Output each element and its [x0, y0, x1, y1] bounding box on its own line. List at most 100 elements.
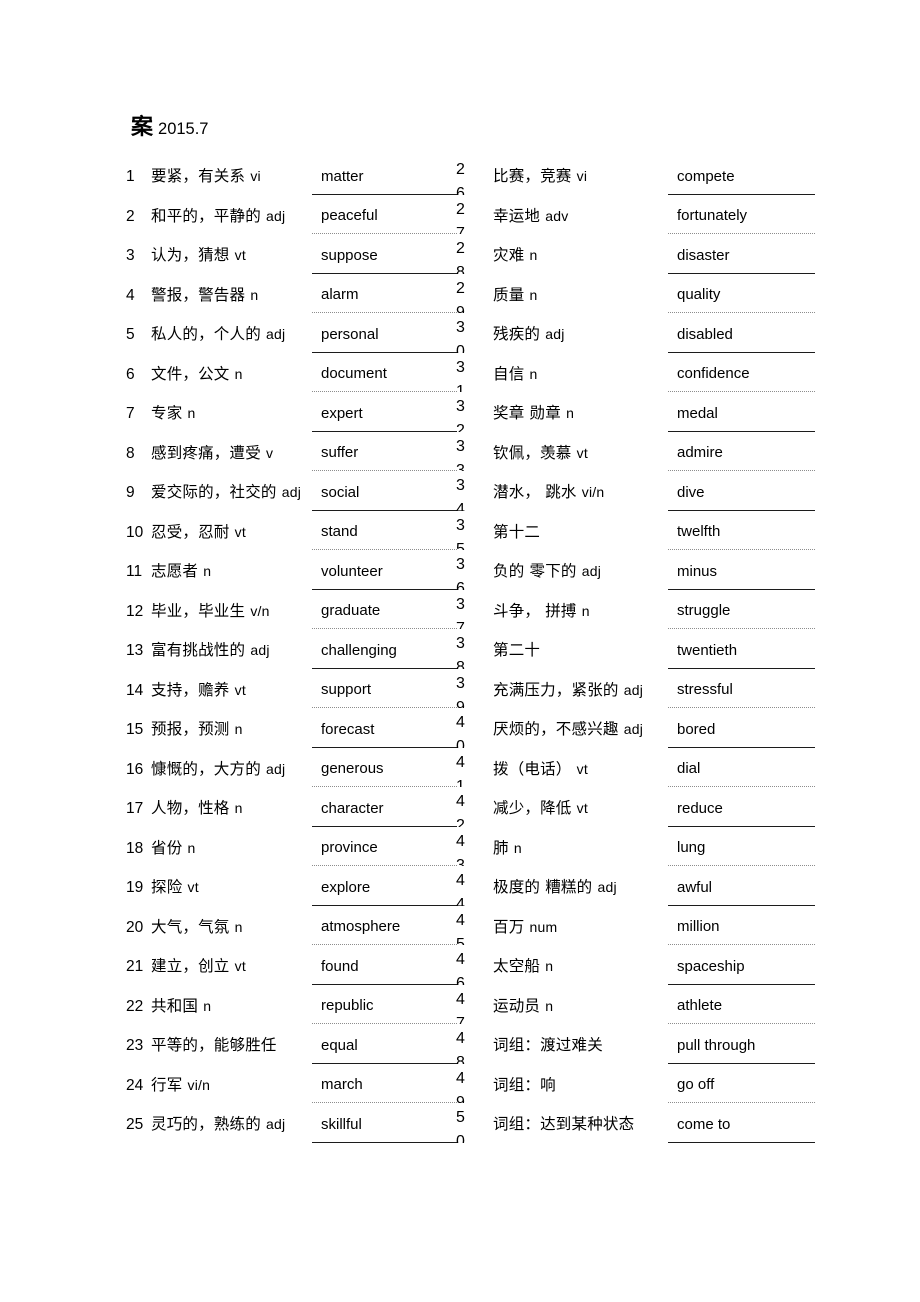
- answer-cell[interactable]: atmosphere: [312, 906, 457, 945]
- answer-cell[interactable]: struggle: [668, 590, 815, 629]
- prompt-cell: 灾难 n: [493, 234, 667, 274]
- row-number-text: 9: [126, 484, 135, 501]
- row-number: 18: [123, 827, 151, 867]
- answer-cell[interactable]: confidence: [668, 353, 815, 392]
- answer-cell[interactable]: go off: [668, 1064, 815, 1103]
- answer-cell[interactable]: compete: [668, 155, 815, 195]
- answer-cell[interactable]: challenging: [312, 629, 457, 669]
- answer-cell[interactable]: republic: [312, 985, 457, 1024]
- row-number-middle-text: 37: [456, 595, 465, 630]
- answer-cell[interactable]: come to: [668, 1103, 815, 1143]
- answer-text: support: [321, 681, 372, 698]
- answer-cell[interactable]: spaceship: [668, 945, 815, 985]
- answer-cell[interactable]: volunteer: [312, 550, 457, 590]
- answer-cell[interactable]: minus: [668, 550, 815, 590]
- answer-cell[interactable]: admire: [668, 432, 815, 471]
- answer-cell[interactable]: dial: [668, 748, 815, 787]
- answer-cell[interactable]: fortunately: [668, 195, 815, 234]
- row-number-text: 19: [126, 879, 144, 896]
- answer-cell[interactable]: suffer: [312, 432, 457, 471]
- prompt-text: 词组：响: [493, 1075, 556, 1094]
- answer-cell[interactable]: bored: [668, 708, 815, 748]
- table-row: 10 忍受，忍耐 vt stand 35 第十二 twelfth: [123, 511, 815, 550]
- answer-cell[interactable]: expert: [312, 392, 457, 432]
- answer-text: million: [677, 918, 720, 935]
- row-number-middle: 50: [455, 1103, 472, 1143]
- part-of-speech-tag: adj: [281, 484, 302, 500]
- answer-cell[interactable]: graduate: [312, 590, 457, 629]
- row-number-middle: 36: [455, 550, 472, 590]
- answer-cell[interactable]: disabled: [668, 313, 815, 353]
- answer-cell[interactable]: found: [312, 945, 457, 985]
- answer-text: march: [321, 1076, 363, 1093]
- row-number-middle: 34: [455, 471, 472, 511]
- prompt-cell: 幸运地 adv: [493, 195, 667, 235]
- part-of-speech-tag: n: [203, 997, 212, 1014]
- prompt-text: 志愿者: [151, 562, 199, 580]
- answer-cell[interactable]: march: [312, 1064, 457, 1103]
- prompt-cell: 探险 vt: [151, 866, 311, 906]
- answer-cell[interactable]: personal: [312, 313, 457, 353]
- answer-cell[interactable]: alarm: [312, 274, 457, 313]
- row-number: 23: [123, 1024, 151, 1064]
- answer-cell[interactable]: document: [312, 353, 457, 392]
- answer-cell[interactable]: character: [312, 787, 457, 827]
- part-of-speech-tag: n: [513, 839, 522, 856]
- answer-text: volunteer: [321, 562, 383, 580]
- answer-cell[interactable]: social: [312, 471, 457, 511]
- answer-cell[interactable]: generous: [312, 748, 457, 787]
- answer-cell[interactable]: support: [312, 669, 457, 708]
- answer-cell[interactable]: twelfth: [668, 511, 815, 550]
- answer-cell[interactable]: reduce: [668, 787, 815, 827]
- row-number-middle-text: 38: [456, 635, 465, 669]
- row-number-middle: 45: [455, 906, 472, 946]
- answer-cell[interactable]: lung: [668, 827, 815, 866]
- row-number-text: 7: [126, 405, 135, 422]
- answer-cell[interactable]: million: [668, 906, 815, 945]
- answer-rule-line: [668, 1141, 815, 1143]
- answer-cell[interactable]: twentieth: [668, 629, 815, 669]
- answer-cell[interactable]: stand: [312, 511, 457, 550]
- answer-cell[interactable]: forecast: [312, 708, 457, 748]
- row-number-text: 22: [126, 997, 144, 1015]
- row-number-text: 17: [126, 800, 144, 817]
- prompt-text: 钦佩，羡慕: [493, 443, 572, 462]
- answer-cell[interactable]: quality: [668, 274, 815, 313]
- part-of-speech-tag: adj: [581, 563, 602, 579]
- answer-cell[interactable]: explore: [312, 866, 457, 906]
- answer-cell[interactable]: disaster: [668, 234, 815, 274]
- row-number-middle-text: 42: [456, 793, 465, 827]
- prompt-cell: 警报，警告器 n: [151, 274, 311, 314]
- row-number-middle-text: 29: [456, 279, 465, 314]
- table-row: 15 预报，预测 n forecast 40 厌烦的，不感兴趣 adj bored: [123, 708, 815, 748]
- row-number-middle-text: 32: [456, 398, 465, 432]
- part-of-speech-tag: adj: [545, 326, 565, 342]
- answer-cell[interactable]: athlete: [668, 985, 815, 1024]
- answer-cell[interactable]: dive: [668, 471, 815, 511]
- prompt-text: 共和国: [151, 996, 199, 1015]
- table-row: 3 认为，猜想 vt suppose 28 灾难 n disaster: [123, 234, 815, 274]
- prompt-text: 慷慨的，大方的: [151, 759, 261, 778]
- row-number-text: 4: [126, 286, 135, 304]
- answer-cell[interactable]: suppose: [312, 234, 457, 274]
- answer-text: come to: [677, 1115, 731, 1133]
- row-number-middle-text: 34: [456, 477, 465, 511]
- answer-cell[interactable]: peaceful: [312, 195, 457, 234]
- row-number-middle: 41: [455, 748, 472, 788]
- answer-cell[interactable]: awful: [668, 866, 815, 906]
- part-of-speech-tag: vt: [576, 444, 588, 461]
- table-row: 7 专家 n expert 32 奖章 勋章 n medal: [123, 392, 815, 432]
- prompt-text: 自信: [493, 364, 525, 383]
- answer-cell[interactable]: matter: [312, 155, 457, 195]
- row-number: 13: [123, 629, 151, 669]
- prompt-text: 潜水， 跳水: [493, 483, 577, 501]
- answer-cell[interactable]: pull through: [668, 1024, 815, 1064]
- answer-cell[interactable]: stressful: [668, 669, 815, 708]
- answer-cell[interactable]: medal: [668, 392, 815, 432]
- prompt-cell: 质量 n: [493, 274, 667, 314]
- answer-cell[interactable]: province: [312, 827, 457, 866]
- answer-cell[interactable]: skillful: [312, 1103, 457, 1143]
- prompt-text: 认为，猜想: [151, 246, 230, 264]
- answer-cell[interactable]: equal: [312, 1024, 457, 1064]
- answer-text: character: [321, 799, 384, 817]
